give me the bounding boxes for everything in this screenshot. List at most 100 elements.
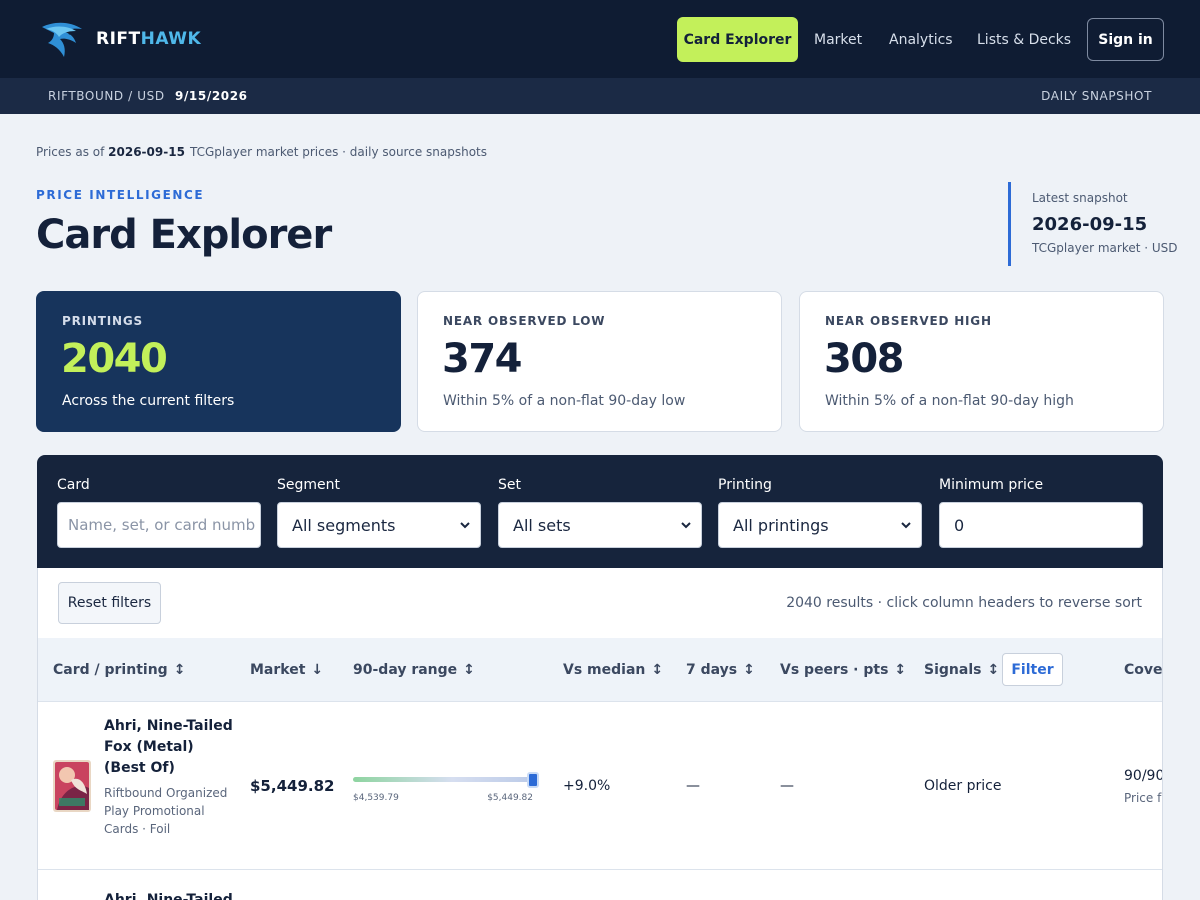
- prices-as-date: 2026-09-15: [108, 145, 185, 159]
- price-range: $4,539.79 $5,449.82: [353, 772, 539, 812]
- card-search-input[interactable]: Name, set, or card numb: [57, 502, 261, 548]
- stat-label: NEAR OBSERVED LOW: [443, 314, 606, 328]
- stat-description: Within 5% of a non-flat 90-day high: [825, 393, 1074, 409]
- coverage-value: 90/90: [1124, 768, 1163, 784]
- segment-filter-label: Segment: [277, 477, 340, 493]
- nav-analytics[interactable]: Analytics: [889, 17, 953, 62]
- market-price: $5,449.82: [250, 777, 335, 795]
- nav-card-explorer[interactable]: Card Explorer: [677, 17, 798, 62]
- page-title: Card Explorer: [36, 212, 332, 258]
- seven-day-value: —: [686, 778, 700, 794]
- col-label: Signals: [924, 662, 982, 678]
- sort-icon: ↕: [173, 662, 186, 678]
- stat-value: 308: [824, 336, 905, 382]
- stat-near-high: NEAR OBSERVED HIGH 308 Within 5% of a no…: [799, 291, 1164, 432]
- range-bar: [353, 777, 533, 782]
- brand-part-2: HAWK: [140, 29, 202, 49]
- table-row[interactable]: Ahri, Nine-Tailed Fox (Metal) (Best Of) …: [38, 702, 1163, 870]
- brand-name[interactable]: RIFTHAWK: [96, 29, 201, 49]
- sort-icon: ↕: [894, 662, 907, 678]
- set-filter-label: Set: [498, 477, 521, 493]
- nav-market[interactable]: Market: [814, 17, 862, 62]
- price-source: TCGplayer market prices · daily source s…: [190, 145, 488, 159]
- col-label: Card / printing: [53, 662, 168, 678]
- stat-description: Across the current filters: [62, 393, 235, 409]
- latest-snapshot: Latest snapshot 2026-09-15 TCGplayer mar…: [1008, 182, 1188, 266]
- brand-part-1: RIFT: [96, 29, 141, 49]
- stat-description: Within 5% of a non-flat 90-day low: [443, 393, 686, 409]
- nav-lists-decks[interactable]: Lists & Decks: [977, 17, 1071, 62]
- col-card-printing[interactable]: Card / printing ↕: [53, 662, 185, 678]
- col-signals[interactable]: Signals ↕: [924, 662, 999, 678]
- range-low: $4,539.79: [353, 793, 399, 803]
- range-high: $5,449.82: [487, 793, 533, 803]
- sort-icon: ↕: [987, 662, 1000, 678]
- snapshot-label: Latest snapshot: [1032, 191, 1128, 205]
- stat-label: PRINTINGS: [62, 314, 143, 328]
- col-label: Vs peers · pts: [780, 662, 889, 678]
- card-filter: Card Name, set, or card numb: [57, 477, 261, 548]
- results-count: 2040 results · click column headers to r…: [786, 595, 1142, 611]
- context-bar: RIFTBOUND / USD 9/15/2026 DAILY SNAPSHOT: [0, 78, 1200, 114]
- stat-value: 2040: [61, 336, 168, 382]
- col-label: 7 days: [686, 662, 738, 678]
- page-eyebrow: PRICE INTELLIGENCE: [36, 188, 205, 202]
- card-filter-label: Card: [57, 477, 90, 493]
- segment-select[interactable]: All segments: [277, 502, 481, 548]
- stat-value: 374: [442, 336, 523, 382]
- col-vs-peers[interactable]: Vs peers · pts ↕: [780, 662, 906, 678]
- col-90-day-range[interactable]: 90-day range ↕: [353, 662, 475, 678]
- sort-icon: ↕: [743, 662, 755, 678]
- context-label: RIFTBOUND / USD: [48, 89, 165, 103]
- card-set: Riftbound Organized Play Promotional Car…: [104, 786, 228, 836]
- set-filter: Set All sets: [498, 477, 702, 548]
- snapshot-mode: DAILY SNAPSHOT: [1041, 89, 1152, 103]
- set-select[interactable]: All sets: [498, 502, 702, 548]
- results-panel: Reset filters 2040 results · click colum…: [37, 568, 1163, 900]
- filter-panel: Card Name, set, or card numb Segment All…: [37, 455, 1163, 568]
- snapshot-source: TCGplayer market · USD: [1032, 241, 1178, 255]
- stat-near-low: NEAR OBSERVED LOW 374 Within 5% of a non…: [417, 291, 782, 432]
- signals-filter-button[interactable]: Filter: [1002, 653, 1063, 686]
- chevron-down-icon: [681, 522, 691, 529]
- printing-filter: Printing All printings: [718, 477, 922, 548]
- printing-select[interactable]: All printings: [718, 502, 922, 548]
- context-date: 9/15/2026: [175, 89, 248, 103]
- reset-filters-button[interactable]: Reset filters: [58, 582, 161, 624]
- hawk-logo-icon[interactable]: [40, 19, 84, 59]
- segment-filter: Segment All segments: [277, 477, 481, 548]
- col-label: Cover: [1124, 662, 1163, 678]
- col-market[interactable]: Market ↓: [250, 662, 323, 678]
- col-vs-median[interactable]: Vs median ↕: [563, 662, 663, 678]
- printing-selected: All printings: [733, 515, 829, 535]
- card-name[interactable]: Ahri, Nine-Tailed: [104, 890, 234, 900]
- prices-as-label: Prices as of: [36, 145, 105, 159]
- col-label: Market: [250, 662, 306, 678]
- sign-in-button[interactable]: Sign in: [1087, 18, 1164, 61]
- col-label: 90-day range: [353, 662, 458, 678]
- sort-icon: ↕: [463, 662, 475, 678]
- col-7-days[interactable]: 7 days ↕: [686, 662, 755, 678]
- col-label: Vs median: [563, 662, 646, 678]
- vs-median-value: +9.0%: [563, 778, 611, 794]
- min-price-input[interactable]: 0: [939, 502, 1143, 548]
- signal-value: Older price: [924, 778, 1002, 794]
- card-name[interactable]: Ahri, Nine-Tailed Fox (Metal) (Best Of): [104, 716, 234, 779]
- chevron-down-icon: [460, 522, 470, 529]
- chevron-down-icon: [901, 522, 911, 529]
- stat-label: NEAR OBSERVED HIGH: [825, 314, 992, 328]
- min-price-filter: Minimum price 0: [939, 477, 1143, 548]
- table-header: Card / printing ↕ Market ↓ 90-day range ↕ V…: [38, 638, 1163, 702]
- col-coverage[interactable]: Cover: [1124, 662, 1163, 678]
- coverage-sub: Price fr: [1124, 791, 1163, 805]
- printing-filter-label: Printing: [718, 477, 772, 493]
- table-row[interactable]: Ahri, Nine-Tailed: [38, 870, 1162, 900]
- range-marker: [527, 772, 539, 788]
- prices-as-of: Prices as of 2026-09-15: [36, 145, 185, 159]
- vs-peers-value: —: [780, 778, 794, 794]
- snapshot-date: 2026-09-15: [1032, 214, 1148, 235]
- card-thumbnail[interactable]: [53, 760, 91, 812]
- stat-printings: PRINTINGS 2040 Across the current filter…: [36, 291, 401, 432]
- min-price-label: Minimum price: [939, 477, 1044, 493]
- set-selected: All sets: [513, 515, 571, 535]
